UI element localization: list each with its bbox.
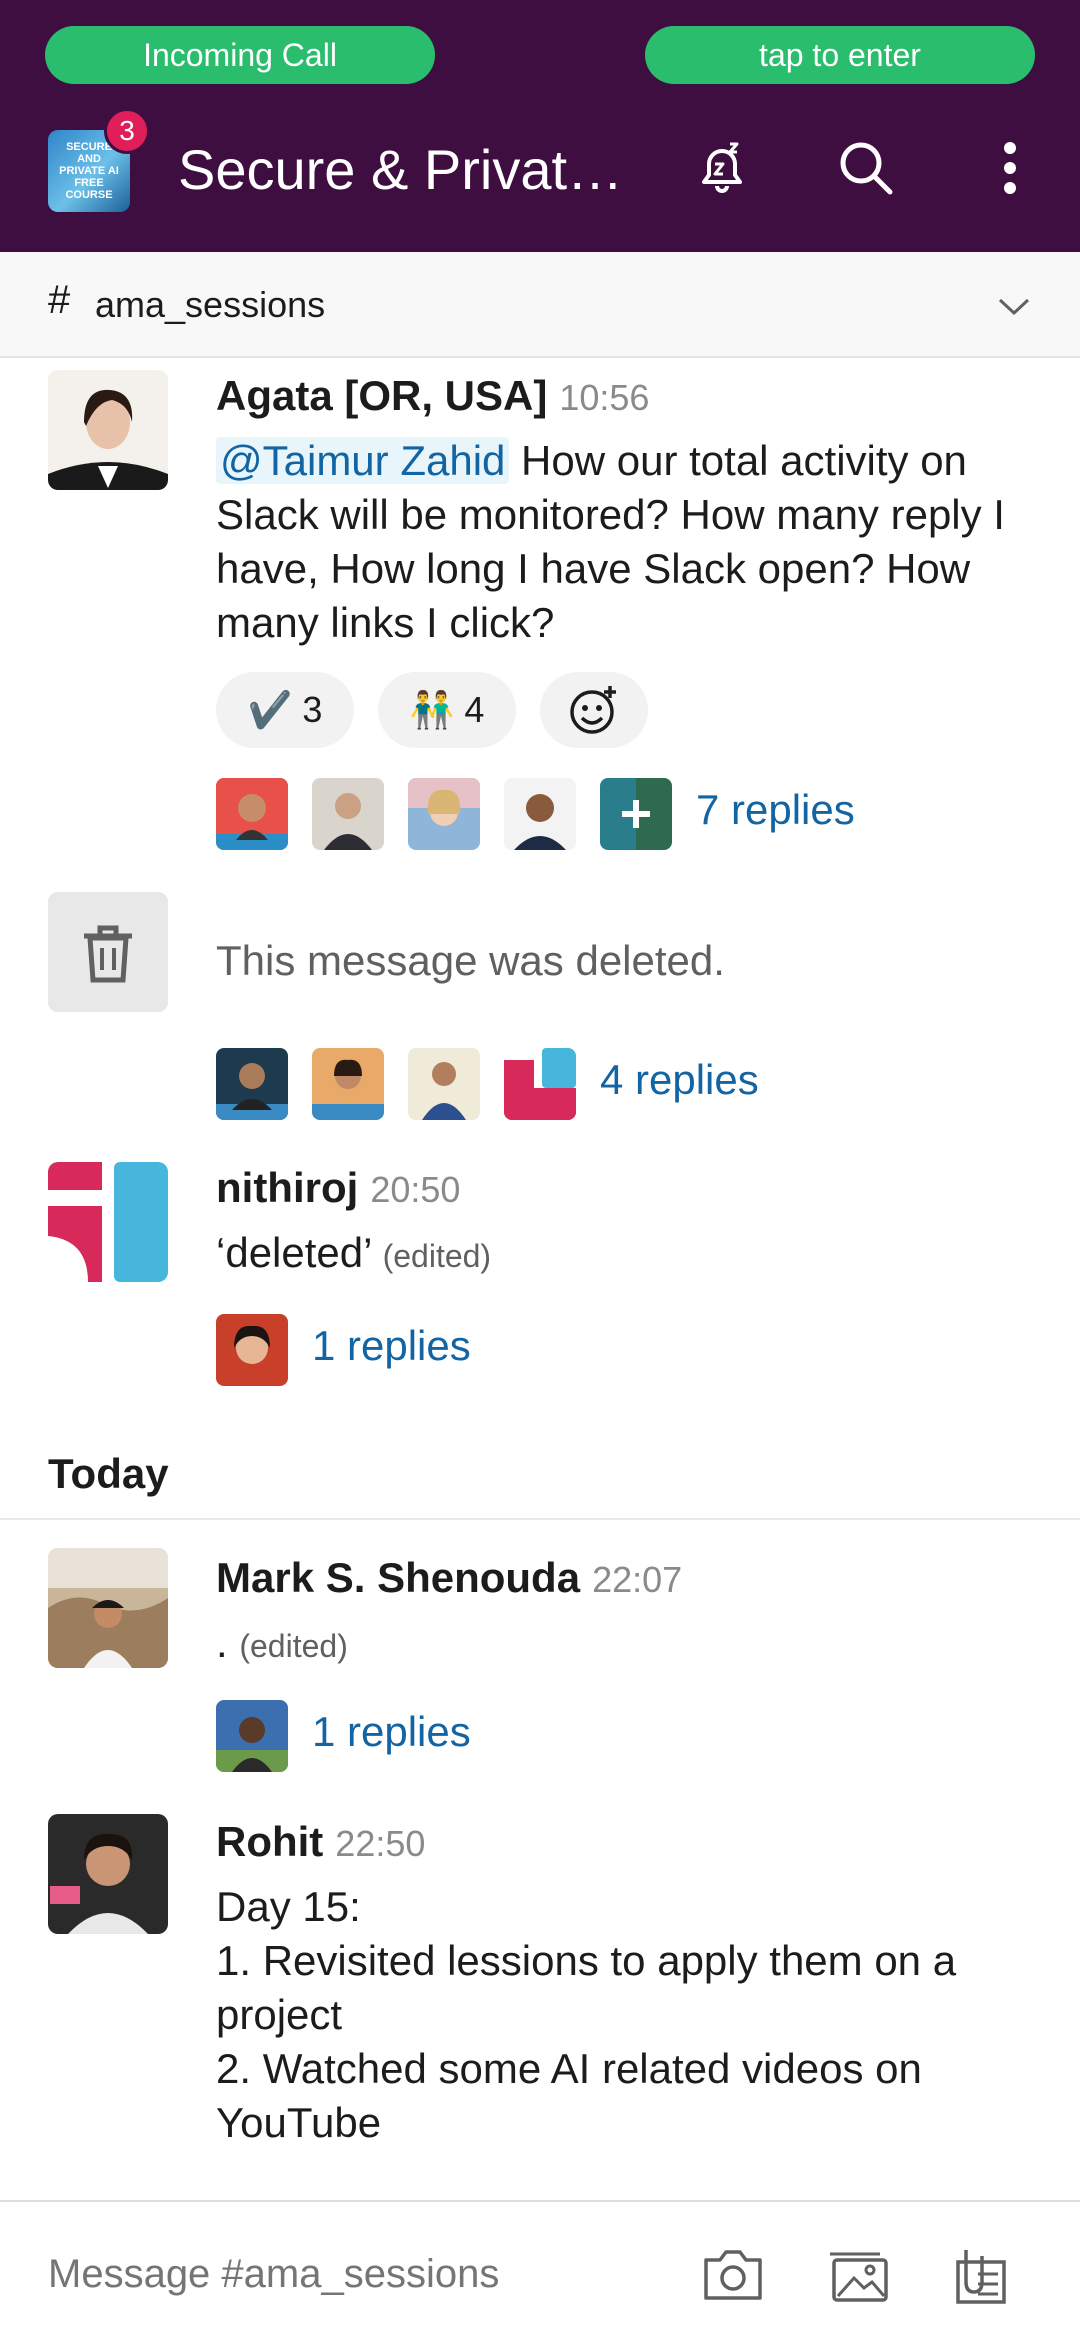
reply-avatar xyxy=(216,1700,288,1772)
replies-link[interactable]: 4 replies xyxy=(600,1056,759,1104)
author-name[interactable]: Agata [OR, USA] xyxy=(216,372,547,419)
message-body: Day 15: 1. Revisited lessions to apply t… xyxy=(216,1880,1046,2150)
author-name[interactable]: Mark S. Shenouda xyxy=(216,1554,580,1601)
message-line: 2. Watched some AI related videos on You… xyxy=(216,2045,922,2146)
app-header: SECURE AND PRIVATE AI FREE COURSE 3 Secu… xyxy=(0,84,1080,252)
brothers-emoji-icon: 👬 xyxy=(409,689,455,730)
add-reaction-button[interactable] xyxy=(540,672,648,748)
camera-icon[interactable] xyxy=(700,2242,766,2308)
reply-avatar xyxy=(408,1048,480,1120)
timestamp: 20:50 xyxy=(370,1169,461,1210)
more-vertical-icon[interactable] xyxy=(974,132,1046,204)
deleted-message-text: This message was deleted. xyxy=(216,937,725,984)
reply-avatar xyxy=(216,1314,288,1386)
reply-avatar xyxy=(504,1048,576,1120)
reply-avatar xyxy=(504,778,576,850)
deleted-avatar xyxy=(48,892,168,1012)
message-text: . xyxy=(216,1619,228,1666)
reaction-brothers[interactable]: 👬 4 xyxy=(378,672,516,748)
author-name[interactable]: Rohit xyxy=(216,1818,323,1865)
attach-file-icon[interactable] xyxy=(948,2242,1014,2308)
message-header: Mark S. Shenouda 22:07 xyxy=(216,1554,682,1602)
message-header: Rohit 22:50 xyxy=(216,1818,425,1866)
message-body: ‘deleted’ (edited) xyxy=(216,1226,1046,1283)
checkmark-emoji-icon: ✔️ xyxy=(247,689,293,730)
replies-link[interactable]: 7 replies xyxy=(696,786,855,834)
chevron-down-icon[interactable] xyxy=(994,286,1034,326)
avatar[interactable] xyxy=(48,1814,168,1934)
reply-avatar xyxy=(216,778,288,850)
reaction-count: 3 xyxy=(302,689,323,730)
avatar[interactable] xyxy=(48,1548,168,1668)
date-divider xyxy=(0,1518,1080,1520)
image-gallery-icon[interactable] xyxy=(826,2242,892,2308)
replies-link[interactable]: 1 replies xyxy=(312,1322,471,1370)
message-body: @Taimur Zahid How our total activity on … xyxy=(216,434,1046,650)
reply-avatar xyxy=(312,1048,384,1120)
message-composer xyxy=(0,2200,1080,2340)
message-header: nithiroj 20:50 xyxy=(216,1164,460,1212)
message-header: Agata [OR, USA] 10:56 xyxy=(216,372,649,420)
replies-link[interactable]: 1 replies xyxy=(312,1708,471,1756)
timestamp: 10:56 xyxy=(559,377,650,418)
reply-avatar xyxy=(216,1048,288,1120)
reply-avatar xyxy=(312,778,384,850)
trash-icon xyxy=(48,892,168,1012)
avatar[interactable] xyxy=(48,370,168,490)
edited-label: (edited) xyxy=(239,1628,348,1664)
edited-label: (edited) xyxy=(382,1238,492,1274)
more-repliers-icon xyxy=(600,778,672,850)
message-line: Day 15: xyxy=(216,1883,361,1930)
call-banner: Incoming Call tap to enter xyxy=(0,0,1080,84)
snooze-bell-icon[interactable] xyxy=(686,132,758,204)
tap-to-enter-pill[interactable]: tap to enter xyxy=(645,26,1035,84)
search-icon[interactable] xyxy=(830,132,902,204)
reaction-count: 4 xyxy=(464,689,485,730)
avatar[interactable] xyxy=(48,1162,168,1282)
incoming-call-pill[interactable]: Incoming Call xyxy=(45,26,435,84)
notification-badge: 3 xyxy=(104,108,150,154)
channel-name[interactable]: ama_sessions xyxy=(95,284,325,326)
message-text: ‘deleted’ xyxy=(216,1229,371,1276)
timestamp: 22:07 xyxy=(592,1559,683,1600)
add-emoji-icon xyxy=(570,686,616,734)
message-line: 1. Revisited lessions to apply them on a… xyxy=(216,1937,957,2038)
reply-avatar xyxy=(408,778,480,850)
date-divider-label: Today xyxy=(48,1450,169,1497)
reaction-checkmark[interactable]: ✔️ 3 xyxy=(216,672,354,748)
author-name[interactable]: nithiroj xyxy=(216,1164,358,1211)
message-body: . (edited) xyxy=(216,1616,1046,1673)
message-input[interactable] xyxy=(48,2252,668,2297)
user-mention[interactable]: @Taimur Zahid xyxy=(216,437,510,484)
workspace-title[interactable]: Secure & Privat… xyxy=(178,130,648,210)
channel-hash-icon: # xyxy=(48,278,71,322)
timestamp: 22:50 xyxy=(335,1823,426,1864)
channel-bar[interactable]: # ama_sessions xyxy=(0,252,1080,358)
